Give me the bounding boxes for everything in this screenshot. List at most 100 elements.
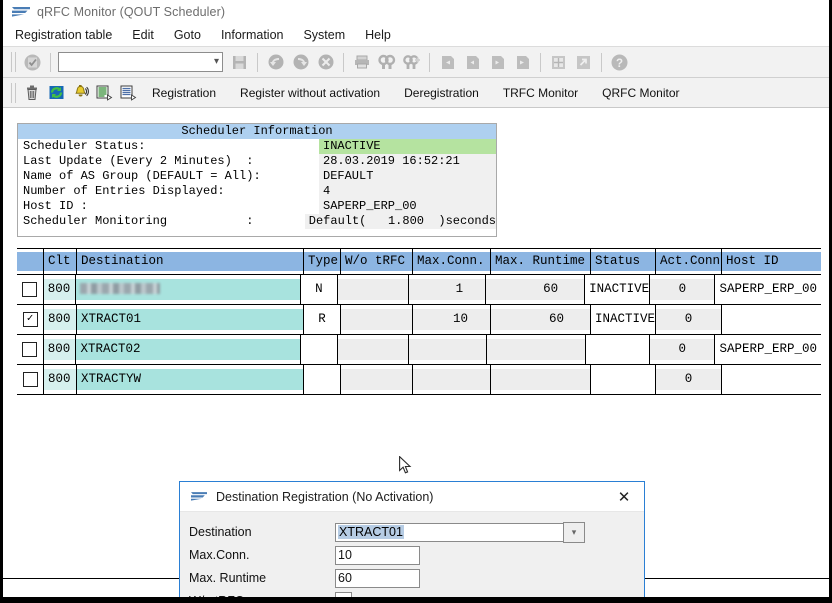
table-row[interactable]: ✓ 800 XTRACT01 R 10 60 INACTIVE 0 <box>17 305 821 335</box>
column-header-max-conn[interactable]: Max.Conn. <box>413 249 491 274</box>
sap-logo-icon <box>191 491 207 502</box>
find-next-icon[interactable] <box>400 51 423 74</box>
toolbar-separator <box>257 52 258 72</box>
cell-wo-trfc <box>341 305 413 334</box>
cell-status <box>586 335 651 364</box>
alert-bell-icon[interactable] <box>68 82 92 104</box>
field-row-wo-trfc: W/o tRFC <box>189 590 644 597</box>
cell-clt: 800 <box>43 335 77 364</box>
cancel-x-icon[interactable] <box>314 51 337 74</box>
scheduler-monitoring-label: Scheduler Monitoring : <box>18 214 305 229</box>
previous-page-icon[interactable] <box>461 51 484 74</box>
column-header-select[interactable] <box>17 249 44 274</box>
menu-item-registration-table[interactable]: Registration table <box>13 27 114 43</box>
column-header-destination[interactable]: Destination <box>77 249 304 274</box>
scheduler-info-row-host-id: Host ID : SAPERP_ERP_00 <box>18 199 496 214</box>
first-page-icon[interactable] <box>436 51 459 74</box>
scheduler-info-row-entries: Number of Entries Displayed: 4 <box>18 184 496 199</box>
column-header-type[interactable]: Type <box>304 249 341 274</box>
scheduler-info-row-monitoring: Scheduler Monitoring : Default( 1.800 )s… <box>18 214 496 229</box>
enter-check-icon[interactable] <box>21 51 44 74</box>
create-session-icon[interactable] <box>547 51 570 74</box>
next-page-icon[interactable] <box>486 51 509 74</box>
table-header-row: Clt Destination Type W/o tRFC Max.Conn. … <box>17 249 821 275</box>
cell-type <box>304 365 341 394</box>
qrfc-monitor-window: qRFC Monitor (QOUT Scheduler) Registrati… <box>0 0 832 603</box>
menu-item-goto[interactable]: Goto <box>172 27 203 43</box>
menu-item-help[interactable]: Help <box>363 27 393 43</box>
column-header-max-runtime[interactable]: Max. Runtime <box>491 249 591 274</box>
row-select-checkbox[interactable] <box>17 335 44 364</box>
field-row-max-conn: Max.Conn. 10 <box>189 544 644 566</box>
panel-spacer <box>18 229 496 236</box>
button-trfc-monitor[interactable]: TRFC Monitor <box>500 84 581 102</box>
back-green-arrow-icon[interactable] <box>264 51 287 74</box>
row-select-checkbox[interactable] <box>17 275 44 304</box>
toolbar-grip[interactable] <box>11 82 16 103</box>
close-icon[interactable]: ✕ <box>604 483 644 511</box>
entries-displayed-value: 4 <box>319 184 496 199</box>
exit-yellow-arrow-icon[interactable] <box>289 51 312 74</box>
entries-displayed-label: Number of Entries Displayed: <box>18 184 319 199</box>
table-row[interactable]: 800 N 1 60 INACTIVE 0 SAPERP_ERP_00 <box>17 275 821 305</box>
cell-clt: 800 <box>44 365 77 394</box>
column-header-status[interactable]: Status <box>591 249 656 274</box>
cell-status <box>591 365 656 394</box>
column-header-host-id[interactable]: Host ID <box>722 249 821 274</box>
as-group-label: Name of AS Group (DEFAULT = All): <box>18 169 319 184</box>
list-detail-icon[interactable] <box>92 82 116 104</box>
column-header-clt[interactable]: Clt <box>44 249 77 274</box>
button-register-without-activation[interactable]: Register without activation <box>237 84 383 102</box>
table-row[interactable]: 800 XTRACT02 0 SAPERP_ERP_00 <box>17 335 821 365</box>
find-icon[interactable] <box>375 51 398 74</box>
help-question-icon[interactable]: ? <box>608 51 631 74</box>
cell-max-runtime: 60 <box>486 275 586 304</box>
create-shortcut-icon[interactable] <box>572 51 595 74</box>
wo-trfc-checkbox[interactable] <box>335 591 352 597</box>
application-toolbar: Registration Register without activation… <box>3 78 829 108</box>
scheduler-info-row-last-update: Last Update (Every 2 Minutes) : 28.03.20… <box>18 154 496 169</box>
cell-type: R <box>304 305 341 334</box>
checkbox-checked-icon[interactable]: ✓ <box>22 312 38 327</box>
checkbox-unchecked-icon[interactable] <box>22 342 38 357</box>
menu-item-system[interactable]: System <box>301 27 347 43</box>
row-select-checkbox[interactable] <box>17 365 44 394</box>
column-header-act-conn[interactable]: Act.Conn <box>656 249 722 274</box>
cell-type: N <box>301 275 338 304</box>
cell-wo-trfc <box>337 335 410 364</box>
cell-host-id <box>722 365 821 394</box>
button-deregistration[interactable]: Deregistration <box>401 84 482 102</box>
column-header-wo-trfc[interactable]: W/o tRFC <box>341 249 413 274</box>
refresh-icon[interactable] <box>44 82 68 104</box>
button-registration[interactable]: Registration <box>149 84 219 102</box>
dialog-title-bar: Destination Registration (No Activation)… <box>180 482 644 512</box>
toolbar-separator <box>540 52 541 72</box>
max-runtime-label: Max. Runtime <box>189 571 267 585</box>
checkbox-unchecked-icon[interactable] <box>22 282 38 297</box>
chevron-down-icon[interactable]: ▾ <box>563 521 585 543</box>
delete-trash-icon[interactable] <box>20 82 44 104</box>
toolbar-separator <box>601 52 602 72</box>
max-runtime-input[interactable]: 60 <box>335 568 420 588</box>
row-select-checkbox[interactable]: ✓ <box>17 305 44 334</box>
toolbar-separator <box>343 52 344 72</box>
table-row[interactable]: 800 XTRACTYW 0 <box>17 365 821 395</box>
menu-item-edit[interactable]: Edit <box>130 27 156 43</box>
chevron-down-icon[interactable]: ▾ <box>214 57 219 67</box>
checkbox-unchecked-icon[interactable] <box>22 372 38 387</box>
last-update-value: 28.03.2019 16:52:21 <box>319 154 496 169</box>
last-page-icon[interactable] <box>511 51 534 74</box>
save-icon[interactable] <box>228 51 251 74</box>
field-row-destination: Destination XTRACT01 ▾ <box>189 521 644 543</box>
max-conn-input[interactable]: 10 <box>335 545 420 565</box>
toolbar-grip[interactable] <box>11 52 16 72</box>
command-field[interactable]: ▾ <box>58 52 223 72</box>
destination-input[interactable]: XTRACT01 <box>335 522 563 542</box>
button-qrfc-monitor[interactable]: QRFC Monitor <box>599 84 682 102</box>
print-icon[interactable] <box>350 51 373 74</box>
destination-registration-dialog: Destination Registration (No Activation)… <box>179 481 645 597</box>
cell-host-id: SAPERP_ERP_00 <box>719 282 818 296</box>
list-display-icon[interactable] <box>116 82 140 104</box>
toolbar-separator <box>429 52 430 72</box>
menu-item-information[interactable]: Information <box>219 27 286 43</box>
